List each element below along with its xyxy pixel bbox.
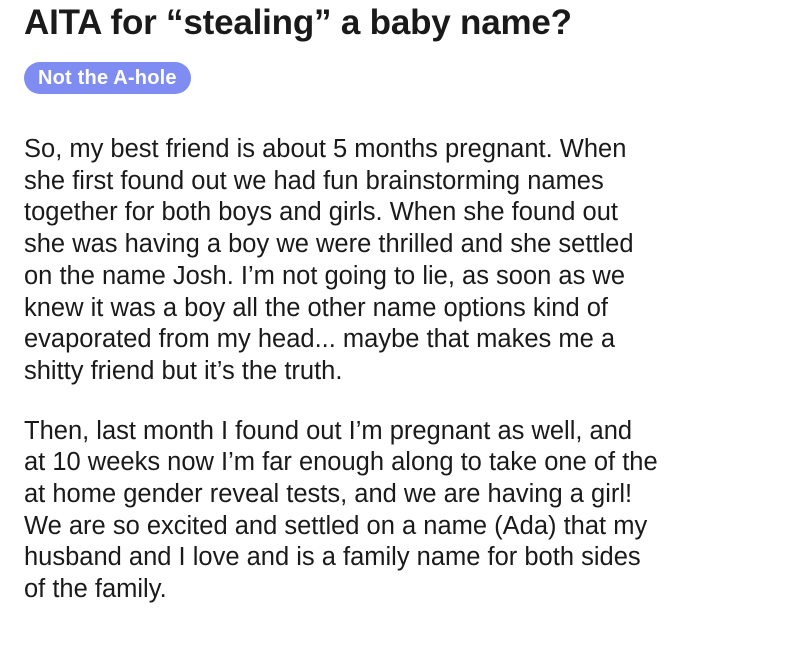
text-line: So, my best friend is about 5 months pre… xyxy=(24,135,627,163)
text-line: shitty friend but it’s the truth. xyxy=(24,356,343,385)
post: AITA for “stealing” a baby name? Not the… xyxy=(0,0,800,670)
post-paragraph: So, my best friend is about 5 months pre… xyxy=(24,134,794,388)
text-line: she was having a boy we were thrilled an… xyxy=(24,230,634,259)
post-paragraph: Then, last month I found out I’m pregnan… xyxy=(24,416,794,606)
text-line: We are so excited and settled on a name … xyxy=(24,511,648,540)
text-line: together for both boys and girls. When s… xyxy=(24,198,618,227)
text-line: evaporated from my head... maybe that ma… xyxy=(24,325,616,354)
text-line: at home gender reveal tests, and we are … xyxy=(24,480,633,509)
text-line: knew it was a boy all the other name opt… xyxy=(24,293,608,322)
post-body: So, my best friend is about 5 months pre… xyxy=(24,134,794,606)
post-title[interactable]: AITA for “stealing” a baby name? xyxy=(24,0,800,44)
text-line: of the family. xyxy=(24,575,167,604)
text-line: on the name Josh. I’m not going to lie, … xyxy=(24,261,626,290)
post-flair-badge[interactable]: Not the A-hole xyxy=(24,62,191,94)
text-line: at 10 weeks now I’m far enough along to … xyxy=(24,448,658,477)
text-line: husband and I love and is a family name … xyxy=(24,543,641,572)
text-line: she first found out we had fun brainstor… xyxy=(24,166,604,195)
text-line: Then, last month I found out I’m pregnan… xyxy=(24,416,633,445)
